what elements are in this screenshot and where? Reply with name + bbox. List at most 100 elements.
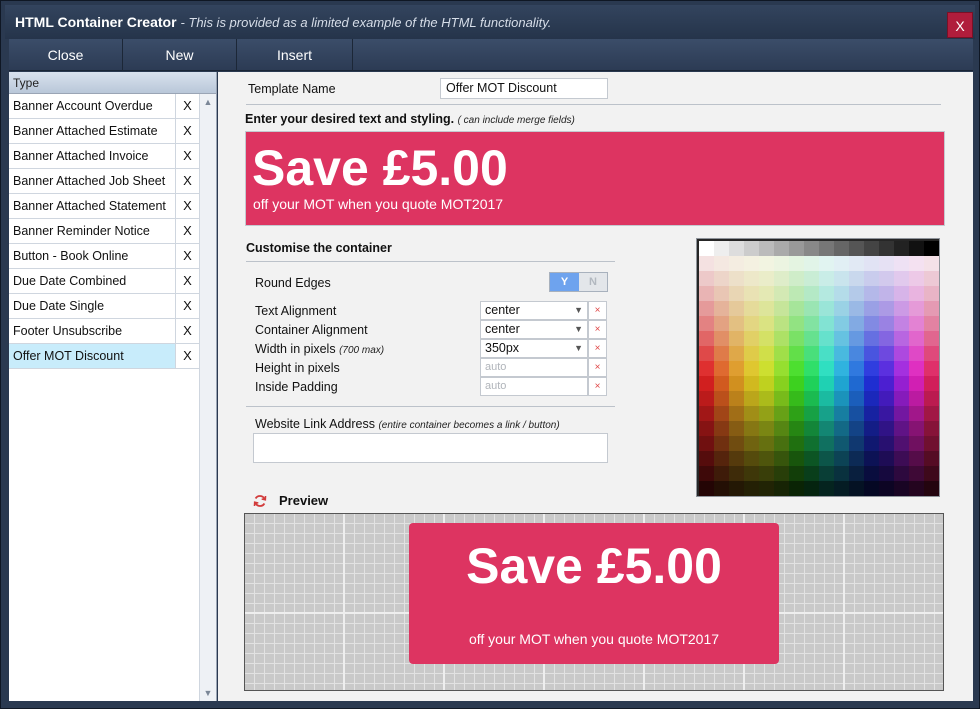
color-swatch[interactable] — [714, 361, 729, 376]
color-swatch[interactable] — [804, 481, 819, 496]
color-swatch[interactable] — [849, 271, 864, 286]
color-swatch[interactable] — [894, 421, 909, 436]
height-input[interactable]: auto — [480, 358, 588, 377]
color-swatch[interactable] — [879, 376, 894, 391]
color-swatch[interactable] — [699, 271, 714, 286]
color-swatch[interactable] — [729, 241, 744, 256]
color-swatch[interactable] — [744, 451, 759, 466]
color-swatch[interactable] — [894, 436, 909, 451]
color-swatch[interactable] — [879, 301, 894, 316]
color-swatch[interactable] — [834, 316, 849, 331]
color-swatch[interactable] — [804, 466, 819, 481]
color-swatch[interactable] — [699, 301, 714, 316]
color-swatch[interactable] — [834, 376, 849, 391]
color-swatch[interactable] — [714, 241, 729, 256]
color-swatch[interactable] — [729, 286, 744, 301]
color-swatch[interactable] — [744, 391, 759, 406]
color-swatch[interactable] — [714, 256, 729, 271]
text-alignment-select[interactable]: center ▼ — [480, 301, 588, 320]
refresh-icon[interactable] — [253, 494, 267, 508]
color-swatch[interactable] — [774, 376, 789, 391]
color-swatch[interactable] — [729, 481, 744, 496]
scroll-down-icon[interactable]: ▼ — [203, 688, 213, 698]
color-swatch[interactable] — [819, 466, 834, 481]
color-swatch[interactable] — [864, 241, 879, 256]
color-swatch[interactable] — [759, 271, 774, 286]
color-swatch[interactable] — [819, 331, 834, 346]
color-swatch[interactable] — [879, 406, 894, 421]
color-swatch[interactable] — [789, 331, 804, 346]
list-item-label[interactable]: Banner Attached Job Sheet — [9, 169, 176, 193]
color-swatch[interactable] — [759, 256, 774, 271]
color-swatch[interactable] — [699, 451, 714, 466]
color-swatch[interactable] — [849, 361, 864, 376]
color-swatch[interactable] — [894, 346, 909, 361]
color-swatch[interactable] — [744, 241, 759, 256]
color-swatch[interactable] — [879, 421, 894, 436]
round-edges-toggle[interactable]: Y N — [549, 272, 608, 292]
color-swatch[interactable] — [774, 316, 789, 331]
color-swatch[interactable] — [759, 241, 774, 256]
color-swatch[interactable] — [714, 421, 729, 436]
color-swatch[interactable] — [804, 406, 819, 421]
color-swatch[interactable] — [819, 286, 834, 301]
color-swatch[interactable] — [774, 451, 789, 466]
color-swatch[interactable] — [714, 466, 729, 481]
list-item[interactable]: Banner Attached Invoice X — [9, 144, 199, 169]
color-swatch[interactable] — [864, 466, 879, 481]
color-swatch[interactable] — [699, 436, 714, 451]
list-item-label[interactable]: Banner Account Overdue — [9, 94, 176, 118]
color-swatch[interactable] — [804, 301, 819, 316]
color-swatch[interactable] — [789, 361, 804, 376]
color-swatch[interactable] — [699, 331, 714, 346]
color-swatch[interactable] — [924, 466, 939, 481]
color-swatch[interactable] — [759, 376, 774, 391]
color-swatch[interactable] — [819, 421, 834, 436]
color-swatch[interactable] — [789, 406, 804, 421]
color-swatch[interactable] — [789, 451, 804, 466]
color-swatch[interactable] — [714, 376, 729, 391]
color-swatch[interactable] — [864, 451, 879, 466]
color-swatch-grid[interactable] — [699, 241, 939, 496]
color-swatch[interactable] — [909, 301, 924, 316]
color-swatch[interactable] — [879, 346, 894, 361]
list-item-label[interactable]: Banner Reminder Notice — [9, 219, 176, 243]
color-swatch[interactable] — [894, 391, 909, 406]
color-swatch[interactable] — [744, 331, 759, 346]
color-swatch[interactable] — [804, 421, 819, 436]
color-swatch[interactable] — [759, 286, 774, 301]
delete-item-button[interactable]: X — [176, 119, 199, 143]
color-swatch[interactable] — [774, 361, 789, 376]
color-swatch[interactable] — [894, 406, 909, 421]
color-swatch[interactable] — [819, 271, 834, 286]
color-swatch[interactable] — [729, 301, 744, 316]
color-swatch[interactable] — [774, 331, 789, 346]
color-swatch[interactable] — [789, 376, 804, 391]
color-swatch[interactable] — [894, 466, 909, 481]
color-swatch[interactable] — [894, 286, 909, 301]
color-swatch[interactable] — [804, 391, 819, 406]
color-swatch[interactable] — [729, 466, 744, 481]
color-swatch[interactable] — [834, 361, 849, 376]
clear-text-alignment-button[interactable]: × — [588, 301, 607, 320]
color-swatch[interactable] — [744, 361, 759, 376]
color-swatch[interactable] — [909, 391, 924, 406]
color-swatch[interactable] — [774, 301, 789, 316]
color-swatch[interactable] — [729, 256, 744, 271]
color-swatch[interactable] — [699, 376, 714, 391]
content-editor[interactable]: Save £5.00 off your MOT when you quote M… — [245, 131, 945, 226]
color-swatch[interactable] — [759, 451, 774, 466]
color-swatch[interactable] — [729, 451, 744, 466]
color-swatch[interactable] — [924, 481, 939, 496]
color-swatch[interactable] — [849, 481, 864, 496]
color-swatch[interactable] — [849, 451, 864, 466]
color-swatch[interactable] — [789, 256, 804, 271]
color-swatch[interactable] — [909, 466, 924, 481]
content-subline[interactable]: off your MOT when you quote MOT2017 — [253, 195, 503, 213]
color-swatch[interactable] — [864, 301, 879, 316]
color-swatch[interactable] — [759, 346, 774, 361]
color-swatch[interactable] — [864, 346, 879, 361]
color-swatch[interactable] — [879, 256, 894, 271]
color-swatch[interactable] — [699, 241, 714, 256]
color-swatch[interactable] — [909, 406, 924, 421]
